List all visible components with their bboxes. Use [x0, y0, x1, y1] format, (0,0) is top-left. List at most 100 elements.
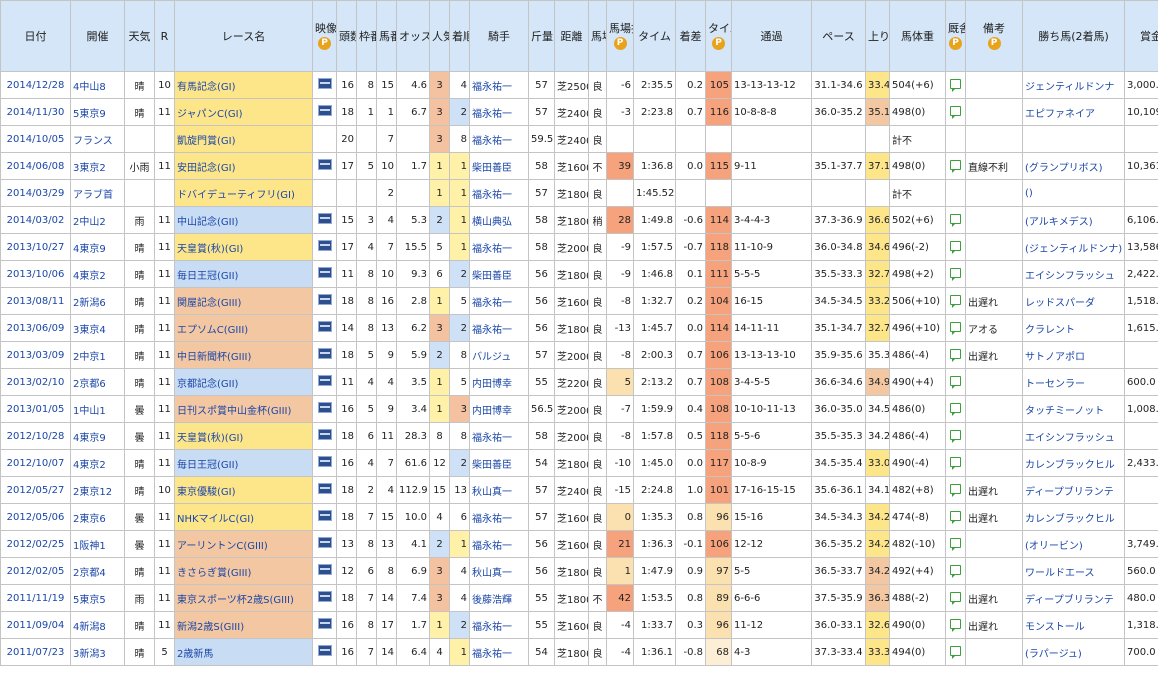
jockey-link-text[interactable]: 福永祐一: [472, 244, 512, 255]
jockey-link-text[interactable]: 福永祐一: [472, 298, 512, 309]
col-finish[interactable]: 着順: [449, 0, 470, 72]
race-name-link-text[interactable]: 天皇賞(秋)(GI): [177, 433, 243, 444]
race-name-link-text[interactable]: 東京優駿(GI): [177, 487, 236, 498]
comment-icon[interactable]: [945, 476, 966, 504]
venue-link[interactable]: 2京都4: [70, 557, 125, 585]
race-date-link-text[interactable]: 2014/06/08: [7, 161, 65, 172]
jockey-link-text[interactable]: 福永祐一: [472, 433, 512, 444]
race-date-link[interactable]: 2013/01/05: [0, 395, 71, 423]
race-date-link[interactable]: 2011/11/19: [0, 584, 71, 612]
col-odds[interactable]: オッズ: [396, 0, 430, 72]
winner-link[interactable]: エピファネイア: [1022, 98, 1125, 126]
video-icon[interactable]: [317, 213, 332, 224]
venue-link-text[interactable]: 4東京9: [73, 433, 106, 444]
video-icon[interactable]: [317, 645, 332, 656]
race-name-link[interactable]: 新潟2歳S(GIII): [174, 611, 313, 639]
winner-link[interactable]: タッチミーノット: [1022, 395, 1125, 423]
race-name-link[interactable]: 日刊スポ賞中山金杯(GIII): [174, 395, 313, 423]
venue-link-text[interactable]: 4東京2: [73, 271, 106, 282]
race-date-link[interactable]: 2014/03/29: [0, 179, 71, 207]
winner-link[interactable]: エイシンフラッシュ: [1022, 422, 1125, 450]
venue-link[interactable]: 4東京9: [70, 233, 125, 261]
race-date-link-text[interactable]: 2013/08/11: [7, 296, 65, 307]
jockey-link[interactable]: 福永祐一: [469, 638, 529, 666]
jockey-link-text[interactable]: 後藤浩輝: [472, 595, 512, 606]
venue-link[interactable]: 3東京4: [70, 314, 125, 342]
col-date[interactable]: 日付: [0, 0, 71, 72]
jockey-link[interactable]: 横山典弘: [469, 206, 529, 234]
winner-link[interactable]: (グランプリボス): [1022, 152, 1125, 180]
venue-link-text[interactable]: 5東京5: [73, 595, 106, 606]
race-name-link[interactable]: 安田記念(GI): [174, 152, 313, 180]
jockey-link[interactable]: 福永祐一: [469, 530, 529, 558]
col-venue[interactable]: 開催: [70, 0, 125, 72]
winner-link-text[interactable]: ワールドエース: [1025, 568, 1095, 579]
race-date-link-text[interactable]: 2013/03/09: [7, 350, 65, 361]
venue-link[interactable]: 2東京12: [70, 476, 125, 504]
comment-icon[interactable]: [950, 213, 961, 227]
race-date-link-text[interactable]: 2011/09/04: [7, 620, 65, 631]
col-jockey[interactable]: 騎手: [469, 0, 529, 72]
race-name-link-text[interactable]: 安田記念(GI): [177, 163, 236, 174]
comment-icon[interactable]: [945, 314, 966, 342]
video-icon[interactable]: [312, 152, 337, 180]
race-name-link[interactable]: ジャパンC(GI): [174, 98, 313, 126]
comment-icon[interactable]: [945, 584, 966, 612]
video-icon[interactable]: [312, 530, 337, 558]
comment-icon[interactable]: [945, 368, 966, 396]
race-name-link-text[interactable]: 関屋記念(GIII): [177, 298, 241, 309]
race-date-link[interactable]: 2014/06/08: [0, 152, 71, 180]
video-icon[interactable]: [317, 510, 332, 521]
race-name-link[interactable]: 凱旋門賞(GI): [174, 125, 313, 153]
winner-link[interactable]: エイシンフラッシュ: [1022, 260, 1125, 288]
venue-link-text[interactable]: 4新潟8: [73, 622, 106, 633]
venue-link-text[interactable]: 2東京6: [73, 514, 106, 525]
jockey-link[interactable]: 福永祐一: [469, 179, 529, 207]
venue-link[interactable]: 4中山8: [70, 71, 125, 99]
race-date-link-text[interactable]: 2014/12/28: [7, 80, 65, 91]
jockey-link-text[interactable]: 福永祐一: [472, 325, 512, 336]
winner-link[interactable]: ディープブリランテ: [1022, 476, 1125, 504]
winner-link-text[interactable]: モンストール: [1025, 622, 1085, 633]
race-name-link[interactable]: 関屋記念(GIII): [174, 287, 313, 315]
video-icon[interactable]: [317, 267, 332, 278]
video-icon[interactable]: [312, 314, 337, 342]
race-date-link-text[interactable]: 2014/03/29: [7, 188, 65, 199]
venue-link[interactable]: 4東京2: [70, 260, 125, 288]
race-date-link-text[interactable]: 2013/10/27: [7, 242, 65, 253]
jockey-link-text[interactable]: 福永祐一: [472, 82, 512, 93]
comment-icon[interactable]: [950, 429, 961, 443]
premium-icon[interactable]: P: [318, 37, 331, 50]
venue-link[interactable]: 4新潟8: [70, 611, 125, 639]
winner-link-text[interactable]: (ラパージュ): [1025, 649, 1082, 660]
winner-link-text[interactable]: (グランプリボス): [1025, 163, 1103, 174]
venue-link[interactable]: フランス: [70, 125, 125, 153]
jockey-link-text[interactable]: 福永祐一: [472, 649, 512, 660]
winner-link[interactable]: カレンブラックヒル: [1022, 449, 1125, 477]
venue-link[interactable]: 4東京2: [70, 449, 125, 477]
jockey-link-text[interactable]: 柴田善臣: [472, 460, 512, 471]
comment-icon[interactable]: [950, 402, 961, 416]
jockey-link[interactable]: 福永祐一: [469, 422, 529, 450]
jockey-link[interactable]: 福永祐一: [469, 71, 529, 99]
winner-link[interactable]: (ラパージュ): [1022, 638, 1125, 666]
comment-icon[interactable]: [950, 618, 961, 632]
venue-link-text[interactable]: 2新潟6: [73, 298, 106, 309]
video-icon[interactable]: [317, 537, 332, 548]
race-name-link-text[interactable]: 東京スポーツ杯2歳S(GIII): [177, 595, 294, 606]
winner-link-text[interactable]: ディープブリランテ: [1025, 595, 1114, 606]
race-name-link-text[interactable]: 有馬記念(GI): [177, 82, 236, 93]
race-name-link-text[interactable]: NHKマイルC(GI): [177, 514, 254, 525]
video-icon[interactable]: [312, 476, 337, 504]
video-icon[interactable]: [317, 348, 332, 359]
winner-link-text[interactable]: ディープブリランテ: [1025, 487, 1114, 498]
video-icon[interactable]: [312, 503, 337, 531]
venue-link-text[interactable]: 2中京1: [73, 352, 106, 363]
winner-link-text[interactable]: クラレント: [1025, 325, 1075, 336]
winner-link[interactable]: [1022, 125, 1125, 153]
winner-link-text[interactable]: エイシンフラッシュ: [1025, 271, 1115, 282]
venue-link[interactable]: 2中京1: [70, 341, 125, 369]
comment-icon[interactable]: [950, 159, 961, 173]
venue-link[interactable]: 1中山1: [70, 395, 125, 423]
winner-link-text[interactable]: エピファネイア: [1025, 109, 1095, 120]
